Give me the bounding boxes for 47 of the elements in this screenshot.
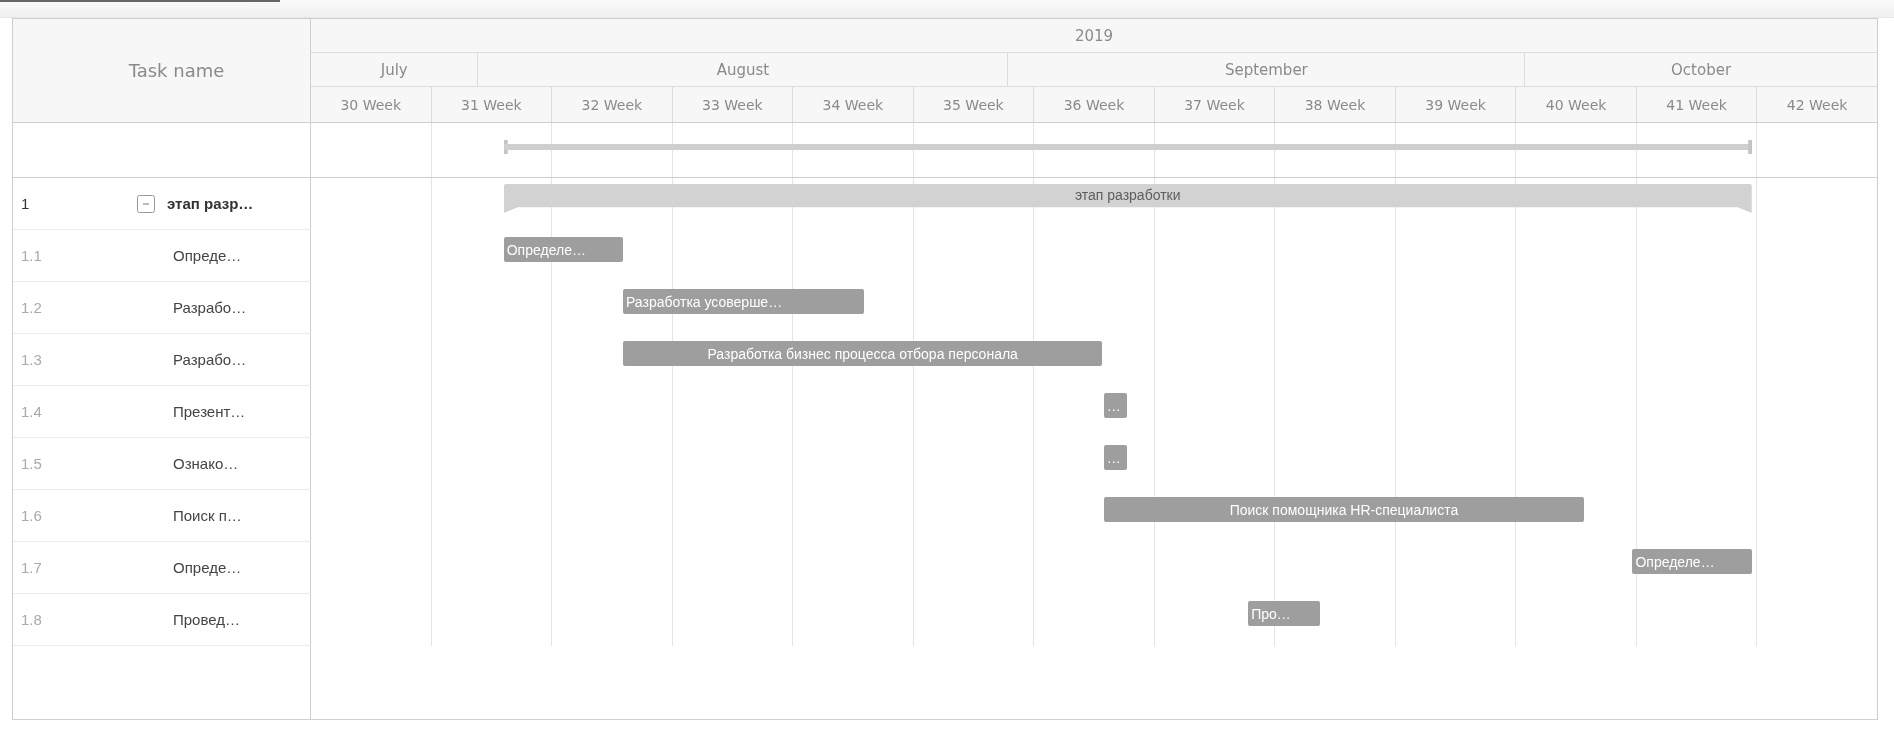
week-header: 33 Week xyxy=(672,87,794,122)
month-header: October xyxy=(1670,59,1733,81)
task-bar[interactable]: Определе… xyxy=(1632,549,1752,574)
week-header: 41 Week xyxy=(1636,87,1758,122)
column-header: Task name xyxy=(128,60,225,81)
task-name: Ознако… xyxy=(173,455,239,472)
task-number: 1.1 xyxy=(21,247,43,264)
task-name: Провед… xyxy=(173,611,241,628)
task-bar[interactable]: Про… xyxy=(1248,601,1321,626)
week-header: 42 Week xyxy=(1785,95,1849,115)
task-number: 1.7 xyxy=(21,559,43,576)
collapse-toggle[interactable] xyxy=(137,194,155,213)
task-number: 1.6 xyxy=(21,507,43,524)
task-bar[interactable]: Разработка усоверше… xyxy=(623,289,864,314)
task-name: этап разр… xyxy=(167,195,254,212)
year-header: 2019 xyxy=(1073,25,1115,47)
week-header: 40 Week xyxy=(1516,87,1637,122)
task-bar[interactable]: … xyxy=(1103,393,1127,418)
task-bar[interactable]: Поиск помощника HR-специалиста xyxy=(1103,497,1585,522)
task-name: Разрабо… xyxy=(173,299,247,316)
task-number: 1.4 xyxy=(21,403,43,420)
week-header: 38 Week xyxy=(1275,87,1396,122)
week-header: 34 Week xyxy=(793,87,914,122)
task-name: Презент… xyxy=(173,403,246,420)
task-number: 1.5 xyxy=(21,455,43,472)
week-header: 39 Week xyxy=(1395,87,1517,122)
month-header: August xyxy=(478,53,1009,86)
week-header: 31 Week xyxy=(431,87,553,122)
task-bar[interactable]: Определе… xyxy=(503,237,623,262)
task-bar[interactable]: Разработка бизнес процесса отбора персонала xyxy=(623,341,1103,366)
month-header: September xyxy=(1008,53,1526,86)
task-name: Опреде… xyxy=(173,247,242,264)
task-number: 1 xyxy=(21,195,31,212)
week-header: 30 Week xyxy=(311,87,432,122)
week-header: 35 Week xyxy=(913,87,1035,122)
task-number: 1.2 xyxy=(21,299,43,316)
month-header: July xyxy=(311,53,479,86)
week-header: 37 Week xyxy=(1154,87,1276,122)
summary-bar[interactable]: этап разработки xyxy=(503,184,1752,213)
task-name: Разрабо… xyxy=(173,351,247,368)
week-header: 32 Week xyxy=(552,87,673,122)
week-header: 36 Week xyxy=(1034,87,1155,122)
task-number: 1.3 xyxy=(21,351,43,368)
task-name: Поиск п… xyxy=(173,507,242,524)
task-number: 1.8 xyxy=(21,611,43,628)
task-bar[interactable]: … xyxy=(1103,445,1127,470)
task-name: Опреде… xyxy=(173,559,242,576)
